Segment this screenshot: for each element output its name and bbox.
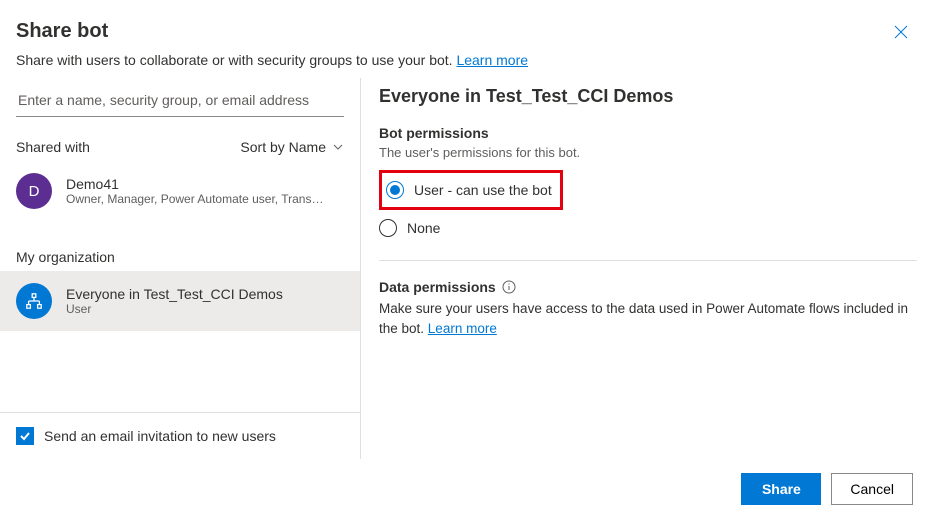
radio-icon <box>379 219 397 237</box>
send-email-row: Send an email invitation to new users <box>0 412 360 459</box>
close-icon <box>893 24 909 40</box>
selected-entity-title: Everyone in Test_Test_CCI Demos <box>379 86 917 107</box>
shared-with-label: Shared with <box>16 139 90 155</box>
divider <box>379 260 917 261</box>
dialog-description: Share with users to collaborate or with … <box>0 52 937 78</box>
share-bot-dialog: Share bot Share with users to collaborat… <box>0 0 937 523</box>
chevron-down-icon <box>332 141 344 153</box>
user-roles: Owner, Manager, Power Automate user, Tra… <box>66 192 326 206</box>
cancel-button[interactable]: Cancel <box>831 473 913 505</box>
shared-user-row[interactable]: D Demo41 Owner, Manager, Power Automate … <box>0 161 360 221</box>
radio-none[interactable]: None <box>379 214 917 242</box>
dialog-header: Share bot <box>0 0 937 52</box>
send-email-checkbox[interactable] <box>16 427 34 445</box>
share-button[interactable]: Share <box>741 473 821 505</box>
avatar-letter: D <box>29 183 40 200</box>
learn-more-link[interactable]: Learn more <box>456 52 528 68</box>
radio-label: None <box>407 220 440 236</box>
bot-permissions-sub: The user's permissions for this bot. <box>379 145 917 160</box>
org-group-name: Everyone in Test_Test_CCI Demos <box>66 286 283 302</box>
user-name: Demo41 <box>66 176 326 192</box>
dialog-footer: Share Cancel <box>0 459 937 523</box>
org-group-role: User <box>66 302 283 316</box>
dialog-title: Share bot <box>16 20 108 43</box>
send-email-label: Send an email invitation to new users <box>44 428 276 444</box>
close-button[interactable] <box>889 20 913 44</box>
org-group-row[interactable]: Everyone in Test_Test_CCI Demos User <box>0 271 360 331</box>
data-learn-more-link[interactable]: Learn more <box>428 321 497 336</box>
radio-icon <box>386 181 404 199</box>
bot-permissions-heading: Bot permissions <box>379 125 917 141</box>
radio-label: User - can use the bot <box>414 182 552 198</box>
left-panel: Shared with Sort by Name D Demo41 Owner,… <box>0 78 360 459</box>
data-permissions-heading-text: Data permissions <box>379 279 496 295</box>
info-icon[interactable] <box>502 280 516 294</box>
search-input[interactable] <box>16 84 344 117</box>
description-text: Share with users to collaborate or with … <box>16 52 456 68</box>
avatar: D <box>16 173 52 209</box>
right-panel: Everyone in Test_Test_CCI Demos Bot perm… <box>360 78 937 459</box>
sort-label: Sort by Name <box>240 139 326 155</box>
data-permissions-text: Make sure your users have access to the … <box>379 299 917 338</box>
my-organization-label: My organization <box>0 221 360 271</box>
org-icon <box>16 283 52 319</box>
highlighted-option: User - can use the bot <box>379 170 563 210</box>
checkmark-icon <box>19 430 31 442</box>
sort-dropdown[interactable]: Sort by Name <box>240 139 344 155</box>
radio-user-can-use[interactable]: User - can use the bot <box>386 176 552 204</box>
data-permissions-heading: Data permissions <box>379 279 917 295</box>
